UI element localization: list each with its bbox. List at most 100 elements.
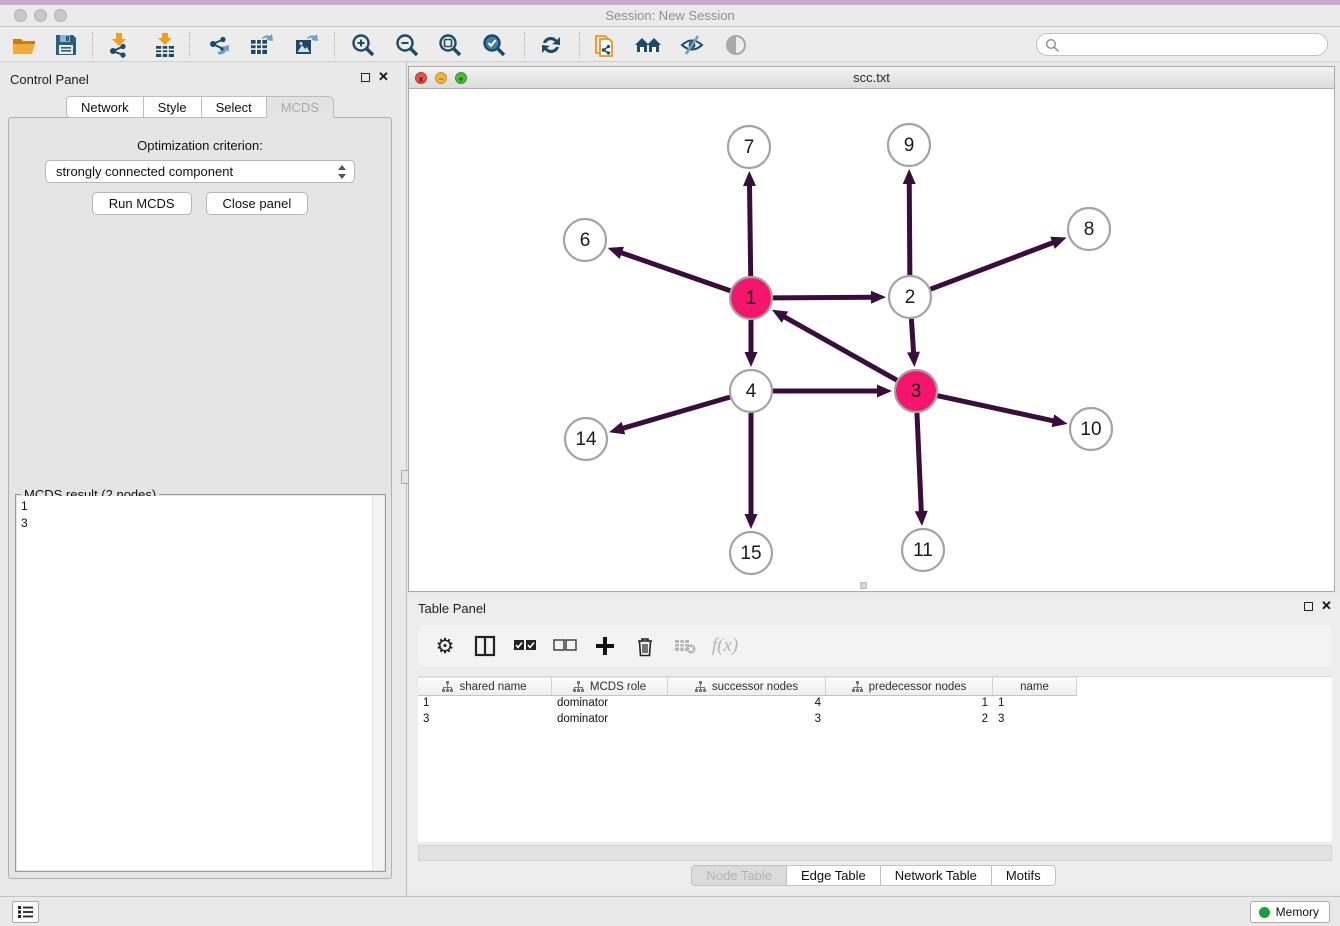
graph-node-3[interactable]: 3	[895, 370, 937, 412]
cell-predecessor-nodes[interactable]: 2	[826, 712, 993, 728]
graph-node-1[interactable]: 1	[730, 277, 772, 319]
column-header-mcds-role[interactable]: MCDS role	[552, 677, 668, 696]
run-mcds-button[interactable]: Run MCDS	[92, 192, 192, 215]
cell-name[interactable]: 3	[993, 712, 1077, 728]
import-network-button[interactable]	[104, 30, 134, 60]
new-network-from-selection-button[interactable]	[590, 30, 620, 60]
graph-node-14[interactable]: 14	[565, 418, 607, 460]
export-network-button[interactable]	[204, 30, 234, 60]
graph-node-9[interactable]: 9	[888, 124, 930, 166]
export-image-icon	[293, 32, 319, 58]
cell-successor-nodes[interactable]: 3	[668, 712, 826, 728]
column-header-successor-nodes[interactable]: successor nodes	[668, 677, 826, 696]
svg-text:3: 3	[911, 381, 922, 402]
toolbar-divider	[334, 32, 335, 58]
open-session-button[interactable]	[9, 30, 39, 60]
network-graph[interactable]: 7 9 6 8 1 2 4 3 14 10 15 11	[409, 90, 1334, 591]
tab-select[interactable]: Select	[202, 96, 267, 118]
home-button[interactable]	[633, 30, 663, 60]
svg-text:6: 6	[580, 230, 591, 251]
graph-edge-1-7[interactable]	[749, 184, 750, 276]
float-panel-icon[interactable]	[361, 73, 370, 82]
tab-edge-table[interactable]: Edge Table	[787, 865, 881, 886]
tab-style[interactable]: Style	[144, 96, 202, 118]
result-scrollbar[interactable]	[372, 496, 384, 870]
optimization-criterion-select[interactable]: strongly connected component	[45, 160, 355, 183]
zoom-in-button[interactable]	[348, 30, 378, 60]
cell-mcds-role[interactable]: dominator	[552, 712, 668, 728]
arrowhead-icon	[903, 169, 916, 184]
export-image-button[interactable]	[291, 30, 321, 60]
canvas-resize-handle[interactable]	[860, 582, 867, 589]
panel-splitter[interactable]	[400, 62, 407, 896]
graph-node-2[interactable]: 2	[889, 276, 931, 318]
close-panel-button[interactable]: Close panel	[206, 192, 309, 215]
close-panel-icon[interactable]: ✕	[378, 69, 389, 85]
graph-edge-3-1[interactable]	[783, 316, 897, 380]
delete-columns-button[interactable]	[632, 633, 658, 659]
tab-motifs[interactable]: Motifs	[992, 865, 1056, 886]
search-input[interactable]	[1063, 35, 1318, 54]
delete-table-button	[672, 633, 698, 659]
graph-edge-1-2[interactable]	[773, 297, 873, 298]
close-table-panel-icon[interactable]: ✕	[1321, 598, 1332, 614]
select-stepper-icon	[338, 165, 347, 179]
column-header-predecessor-nodes[interactable]: predecessor nodes	[826, 677, 993, 696]
zoom-fit-icon	[437, 32, 463, 58]
table-settings-button[interactable]: ⚙	[432, 633, 458, 659]
graph-edge-4-14[interactable]	[622, 397, 730, 429]
mcds-result-text[interactable]: 1 3	[17, 496, 372, 870]
network-list-button[interactable]	[12, 901, 39, 923]
arrowhead-icon	[907, 352, 920, 367]
tab-mcds[interactable]: MCDS	[267, 96, 334, 118]
zoom-in-icon	[350, 32, 376, 58]
graph-edge-2-3[interactable]	[911, 319, 913, 354]
hide-panels-button[interactable]	[677, 30, 707, 60]
column-header-shared-name[interactable]: shared name	[418, 677, 552, 696]
cell-name[interactable]: 1	[993, 696, 1077, 712]
arrowhead-icon	[877, 385, 892, 398]
tab-network[interactable]: Network	[66, 96, 144, 118]
network-canvas[interactable]: 7 9 6 8 1 2 4 3 14 10 15 11	[409, 90, 1334, 591]
import-table-button[interactable]	[150, 30, 180, 60]
graph-edge-1-6[interactable]	[620, 252, 730, 291]
create-column-button[interactable]	[592, 633, 618, 659]
zoom-selected-button[interactable]	[479, 30, 509, 60]
graph-edge-2-9[interactable]	[909, 182, 910, 275]
tree-icon	[573, 681, 584, 692]
graph-node-11[interactable]: 11	[902, 529, 944, 571]
graph-node-6[interactable]: 6	[564, 219, 606, 261]
table-row[interactable]: 3 dominator 3 2 3	[418, 712, 1332, 728]
tab-network-table[interactable]: Network Table	[881, 865, 992, 886]
graph-node-4[interactable]: 4	[730, 370, 772, 412]
column-header-name[interactable]: name	[993, 677, 1077, 696]
show-columns-button[interactable]	[472, 633, 498, 659]
table-horizontal-scrollbar[interactable]	[418, 845, 1332, 861]
zoom-fit-button[interactable]	[435, 30, 465, 60]
table-row[interactable]: 1 dominator 4 1 1	[418, 696, 1332, 712]
graph-edge-2-8[interactable]	[931, 242, 1055, 289]
cell-predecessor-nodes[interactable]: 1	[826, 696, 993, 712]
float-table-panel-icon[interactable]	[1304, 602, 1313, 611]
graph-node-10[interactable]: 10	[1070, 408, 1112, 450]
cell-shared-name[interactable]: 3	[418, 712, 552, 728]
refresh-button[interactable]	[536, 30, 566, 60]
deselect-all-button[interactable]	[552, 633, 578, 659]
cell-shared-name[interactable]: 1	[418, 696, 552, 712]
search-box[interactable]	[1036, 33, 1328, 56]
export-table-button[interactable]	[247, 30, 277, 60]
tab-node-table[interactable]: Node Table	[691, 865, 787, 886]
graph-node-7[interactable]: 7	[728, 126, 770, 168]
save-session-button[interactable]	[51, 30, 81, 60]
graph-node-15[interactable]: 15	[730, 532, 772, 574]
select-all-button[interactable]	[512, 633, 538, 659]
cell-mcds-role[interactable]: dominator	[552, 696, 668, 712]
graph-node-8[interactable]: 8	[1068, 208, 1110, 250]
memory-button[interactable]: Memory	[1250, 901, 1330, 923]
graph-edge-3-11[interactable]	[917, 413, 921, 513]
zoom-out-button[interactable]	[392, 30, 422, 60]
toolbar-divider	[579, 32, 580, 58]
node-table: shared name MCDS role successor nodes pr…	[418, 676, 1332, 842]
graph-edge-3-10[interactable]	[937, 396, 1054, 421]
cell-successor-nodes[interactable]: 4	[668, 696, 826, 712]
